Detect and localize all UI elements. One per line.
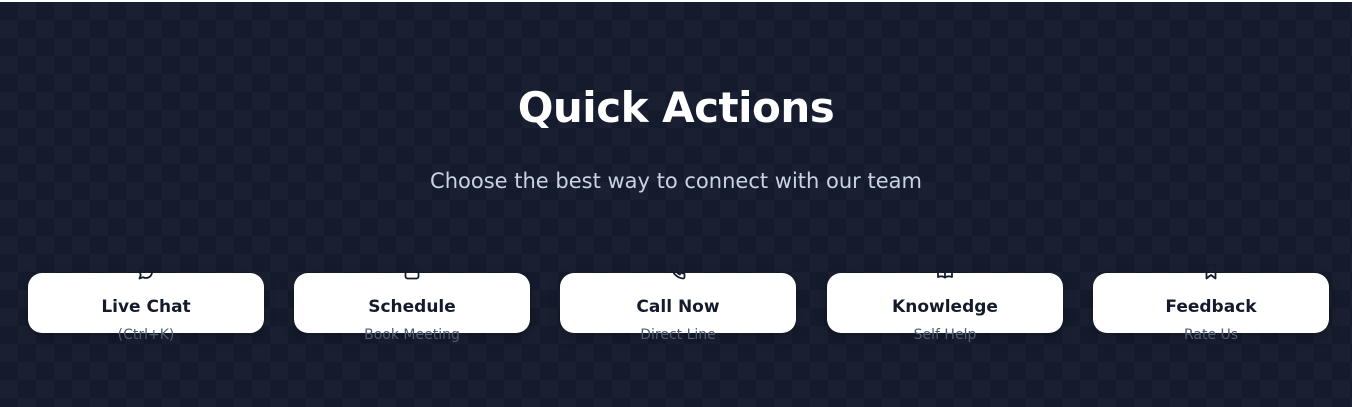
live-chat-button[interactable]: Live Chat (Ctrl+K) [28,265,264,343]
bookmark-icon [1202,263,1220,281]
call-now-label: Call Now [636,297,720,317]
call-now-button[interactable]: Call Now Direct Line [560,264,796,343]
quick-actions-section: Quick Actions Choose the best way to con… [0,2,1352,407]
phone-icon [669,263,687,281]
live-chat-label: Live Chat [101,297,191,317]
book-icon [936,263,954,281]
call-now-sublabel: Direct Line [640,327,716,343]
calendar-icon [403,263,421,281]
knowledge-label: Knowledge [892,297,998,317]
knowledge-sublabel: Self Help [913,327,977,343]
knowledge-button[interactable]: Knowledge Self Help [827,265,1063,343]
schedule-button[interactable]: Schedule Book Meeting [294,264,530,343]
live-chat-shortcut: (Ctrl+K) [117,327,175,343]
schedule-sublabel: Book Meeting [364,327,460,343]
feedback-label: Feedback [1165,297,1257,317]
schedule-label: Schedule [368,297,456,317]
feedback-sublabel: Rate Us [1183,327,1239,343]
feedback-button[interactable]: Feedback Rate Us [1093,264,1329,343]
chat-bubble-icon [137,263,155,281]
quick-actions-list: Live Chat (Ctrl+K) Schedule Book Meeting… [0,2,1352,407]
